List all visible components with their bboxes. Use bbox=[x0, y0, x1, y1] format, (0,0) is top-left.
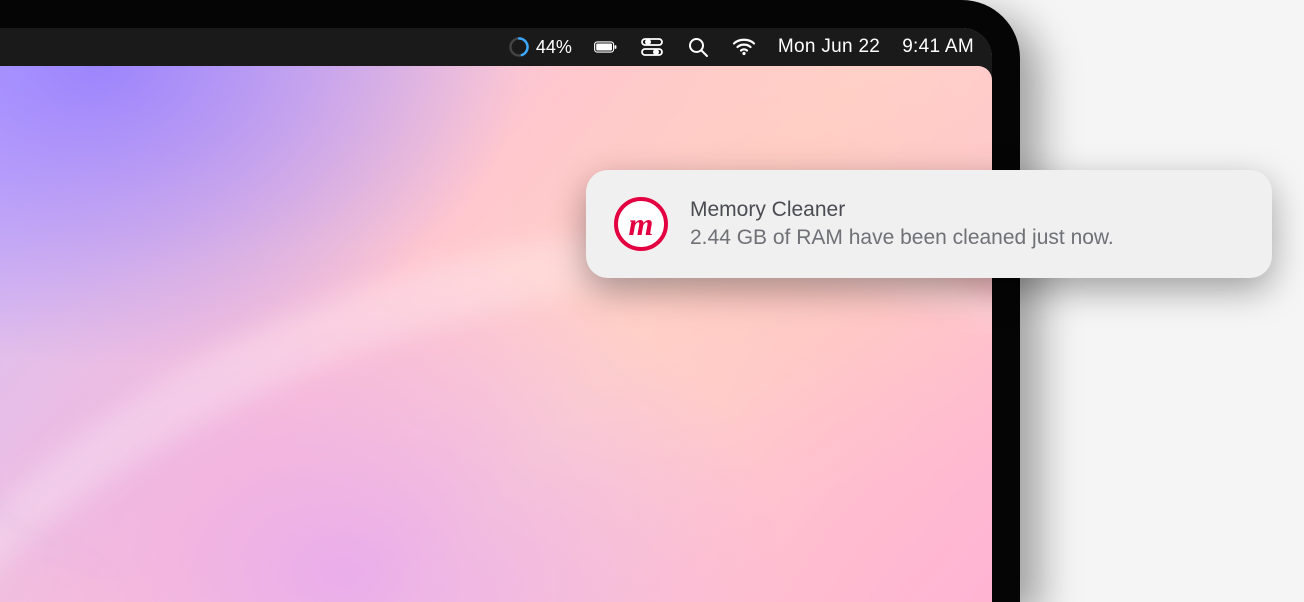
search-icon bbox=[686, 35, 710, 59]
progress-ring-icon bbox=[508, 36, 530, 58]
menubar: 44% bbox=[0, 28, 992, 66]
app-icon-letter: m bbox=[629, 208, 654, 240]
date-label: Mon Jun 22 bbox=[778, 36, 880, 58]
notification-message: 2.44 GB of RAM have been cleaned just no… bbox=[690, 226, 1114, 250]
notification-title: Memory Cleaner bbox=[690, 198, 1114, 222]
device-frame: 44% bbox=[0, 0, 1020, 602]
menubar-search[interactable] bbox=[686, 35, 710, 59]
battery-icon bbox=[594, 35, 618, 59]
notification-text: Memory Cleaner 2.44 GB of RAM have been … bbox=[690, 198, 1114, 250]
menubar-battery[interactable] bbox=[594, 35, 618, 59]
menubar-date[interactable]: Mon Jun 22 bbox=[778, 36, 880, 58]
menubar-control-center[interactable] bbox=[640, 35, 664, 59]
menubar-progress[interactable]: 44% bbox=[508, 36, 572, 58]
time-label: 9:41 AM bbox=[902, 36, 974, 58]
desktop-wallpaper bbox=[0, 66, 992, 602]
control-center-icon bbox=[640, 35, 664, 59]
menubar-time[interactable]: 9:41 AM bbox=[902, 36, 974, 58]
wifi-icon bbox=[732, 35, 756, 59]
menubar-wifi[interactable] bbox=[732, 35, 756, 59]
notification-app-icon: m bbox=[614, 197, 668, 251]
notification-banner[interactable]: m Memory Cleaner 2.44 GB of RAM have bee… bbox=[586, 170, 1272, 278]
progress-percent-label: 44% bbox=[536, 37, 572, 58]
screen: 44% bbox=[0, 28, 992, 602]
